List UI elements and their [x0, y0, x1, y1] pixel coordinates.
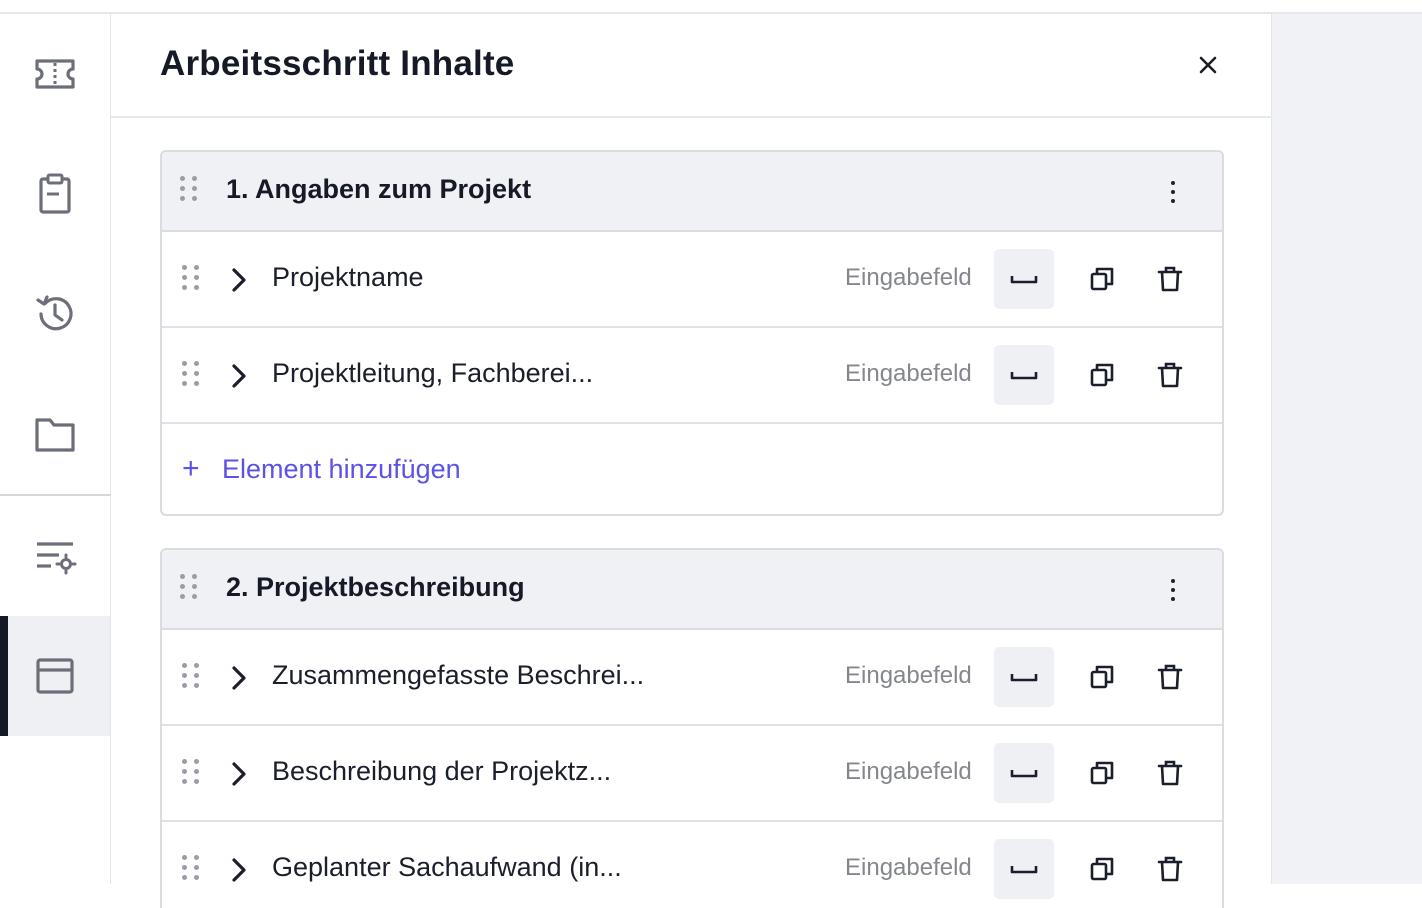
more-options-icon[interactable]	[1158, 572, 1188, 608]
content-panel: Arbeitsschritt Inhalte 1. Angaben zum Pr…	[111, 14, 1272, 908]
section-title: 1. Angaben zum Projekt	[226, 174, 532, 204]
drag-handle-icon[interactable]	[182, 361, 199, 386]
duplicate-button[interactable]	[1082, 355, 1122, 395]
add-element-button[interactable]: + Element hinzufügen	[162, 424, 1222, 514]
chevron-right-icon[interactable]	[228, 265, 250, 295]
delete-button[interactable]	[1150, 753, 1190, 793]
list-item: Projektname Eingabefeld	[162, 232, 1222, 328]
sidebar-item-list-settings[interactable]	[0, 496, 110, 616]
ticket-icon	[35, 59, 75, 89]
item-label: Beschreibung der Projektz...	[272, 756, 612, 786]
list-settings-icon	[37, 542, 77, 575]
field-type-button[interactable]	[994, 345, 1054, 405]
item-label: Projektleitung, Fachberei...	[272, 358, 594, 388]
field-type-button[interactable]	[994, 743, 1054, 803]
chevron-right-icon[interactable]	[228, 759, 250, 789]
copy-icon	[1090, 857, 1114, 881]
trash-icon	[1157, 760, 1183, 786]
drag-handle-icon[interactable]	[182, 265, 199, 290]
delete-button[interactable]	[1150, 849, 1190, 889]
item-type: Eingabefeld	[845, 264, 972, 291]
list-item: Beschreibung der Projektz... Eingabefeld	[162, 726, 1222, 822]
copy-icon	[1090, 761, 1114, 785]
item-type: Eingabefeld	[845, 758, 972, 785]
duplicate-button[interactable]	[1082, 657, 1122, 697]
sidebar-item-layout[interactable]	[0, 616, 110, 736]
section-header: 1. Angaben zum Projekt	[162, 152, 1222, 232]
delete-button[interactable]	[1150, 355, 1190, 395]
item-type: Eingabefeld	[845, 662, 972, 689]
copy-icon	[1090, 665, 1114, 689]
sidebar-item-folder[interactable]	[0, 374, 110, 494]
sidebar-rail	[0, 14, 111, 884]
trash-icon	[1157, 362, 1183, 388]
chevron-right-icon[interactable]	[228, 855, 250, 885]
copy-icon	[1090, 363, 1114, 387]
item-label: Projektname	[272, 262, 424, 292]
drag-handle-icon[interactable]	[182, 759, 199, 784]
panel-header: Arbeitsschritt Inhalte	[111, 14, 1272, 118]
clipboard-icon	[39, 173, 71, 214]
duplicate-button[interactable]	[1082, 753, 1122, 793]
duplicate-button[interactable]	[1082, 849, 1122, 889]
drag-handle-icon[interactable]	[180, 176, 197, 201]
input-field-icon	[1010, 770, 1038, 778]
duplicate-button[interactable]	[1082, 259, 1122, 299]
section-card: 1. Angaben zum Projekt Projektname Einga…	[160, 150, 1224, 516]
copy-icon	[1090, 267, 1114, 291]
delete-button[interactable]	[1150, 259, 1190, 299]
field-type-button[interactable]	[994, 839, 1054, 899]
section-header: 2. Projektbeschreibung	[162, 550, 1222, 630]
list-item: Projektleitung, Fachberei... Eingabefeld	[162, 328, 1222, 424]
input-field-icon	[1010, 674, 1038, 682]
history-icon	[36, 295, 73, 331]
sidebar-item-history[interactable]	[0, 254, 110, 374]
list-item: Zusammengefasste Beschrei... Eingabefeld	[162, 630, 1222, 726]
list-item: Geplanter Sachaufwand (in... Eingabefeld	[162, 822, 1222, 908]
close-button[interactable]	[1191, 48, 1225, 82]
chevron-right-icon[interactable]	[228, 361, 250, 391]
background-area	[1272, 14, 1422, 884]
item-type: Eingabefeld	[845, 854, 972, 881]
chevron-right-icon[interactable]	[228, 663, 250, 693]
trash-icon	[1157, 664, 1183, 690]
delete-button[interactable]	[1150, 657, 1190, 697]
drag-handle-icon[interactable]	[182, 855, 199, 880]
folder-icon	[35, 418, 75, 452]
trash-icon	[1157, 856, 1183, 882]
input-field-icon	[1010, 866, 1038, 874]
item-label: Geplanter Sachaufwand (in...	[272, 852, 622, 882]
drag-handle-icon[interactable]	[180, 574, 197, 599]
plus-icon: +	[182, 452, 200, 485]
item-label: Zusammengefasste Beschrei...	[272, 660, 645, 690]
more-options-icon[interactable]	[1158, 174, 1188, 210]
input-field-icon	[1010, 276, 1038, 284]
close-icon	[1199, 56, 1217, 74]
input-field-icon	[1010, 372, 1038, 380]
section-title: 2. Projektbeschreibung	[226, 572, 525, 602]
trash-icon	[1157, 266, 1183, 292]
field-type-button[interactable]	[994, 249, 1054, 309]
sidebar-item-ticket[interactable]	[0, 14, 110, 134]
sidebar-item-clipboard[interactable]	[0, 134, 110, 254]
layout-icon	[36, 658, 74, 694]
page-title: Arbeitsschritt Inhalte	[160, 44, 515, 83]
field-type-button[interactable]	[994, 647, 1054, 707]
section-card: 2. Projektbeschreibung Zusammengefasste …	[160, 548, 1224, 908]
add-element-label: Element hinzufügen	[222, 453, 461, 484]
item-type: Eingabefeld	[845, 360, 972, 387]
drag-handle-icon[interactable]	[182, 663, 199, 688]
